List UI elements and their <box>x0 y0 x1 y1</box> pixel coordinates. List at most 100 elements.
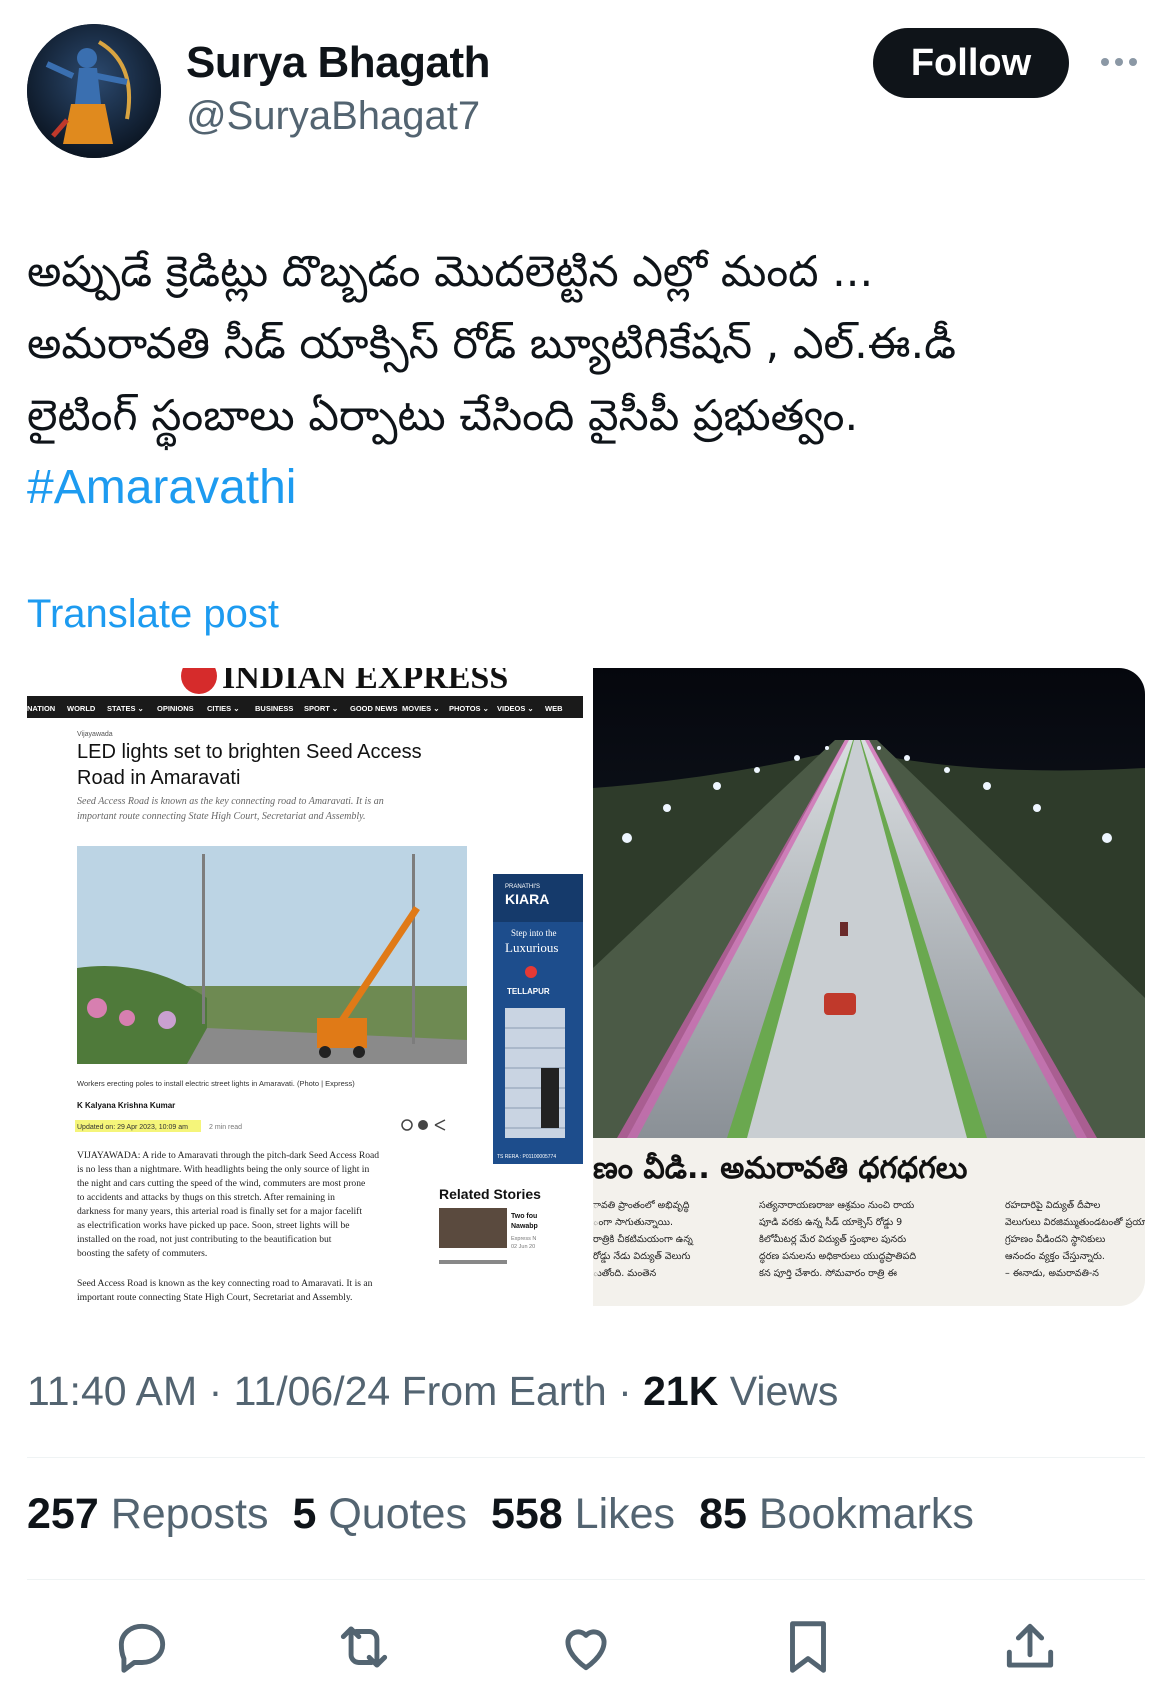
quotes-count: 5 <box>292 1490 317 1538</box>
telugu-col-line: – ఈనాడు, అమరావతి-న <box>1005 1268 1099 1279</box>
article-body-line: darkness for many years, this arterial r… <box>77 1206 362 1217</box>
post-time[interactable]: 11:40 AM <box>27 1368 197 1414</box>
telugu-col-line: సత్యనారాయణరాజు ఆశ్రమం నుంచి రాయ <box>759 1200 914 1212</box>
reply-icon[interactable] <box>106 1611 178 1683</box>
article-body-line: as electrification works have picked up … <box>77 1220 350 1231</box>
article-byline: K Kalyana Krishna Kumar <box>77 1101 175 1110</box>
views-count: 21K <box>643 1368 719 1414</box>
reposts-stat[interactable]: 257 Reposts <box>27 1490 268 1539</box>
bookmarks-stat[interactable]: 85 Bookmarks <box>699 1490 974 1539</box>
telugu-col-line: రహదారిపై విద్యుత్ దీపాల <box>1005 1199 1101 1212</box>
nav-item: NATION <box>27 704 55 713</box>
masthead-text: INDIAN EXPRESS <box>222 668 508 696</box>
telugu-col-line: కన పూర్తి చేశారు. సోమవారం రాత్రి ఈ <box>759 1268 897 1280</box>
photo-caption: Workers erecting poles to install electr… <box>77 1079 355 1088</box>
quotes-label: Quotes <box>328 1490 467 1538</box>
article-headline: Road in Amaravati <box>77 767 240 789</box>
author-handle[interactable]: @SuryaBhagat7 <box>186 94 480 139</box>
nav-item: CITIES ⌄ <box>207 704 240 713</box>
media-composite: INDIAN EXPRESS NATION WORLD STATES ⌄ OPI… <box>27 668 1145 1306</box>
article-body-line: boosting the safety of commuters. <box>77 1248 207 1259</box>
nav-item: WEB <box>545 704 563 713</box>
repost-icon[interactable] <box>328 1611 400 1683</box>
advertisement: PRANATHI'S KIARA Step into the Luxurious… <box>493 874 583 1164</box>
media-image[interactable]: INDIAN EXPRESS NATION WORLD STATES ⌄ OPI… <box>27 668 1145 1306</box>
article-body-line: VIJAYAWADA: A ride to Amaravati through … <box>77 1150 379 1161</box>
related-thumbnail <box>439 1208 507 1248</box>
ad-brand: KIARA <box>505 891 549 907</box>
article-body-line: important route connecting State High Co… <box>77 1292 352 1303</box>
article-body-line: the night and cars cutting the speed of … <box>77 1178 365 1189</box>
avatar-image <box>27 24 161 158</box>
related-source: Express N <box>511 1236 536 1242</box>
night-road-photo <box>593 668 1145 1138</box>
tweet-line: లైటింగ్ స్థంబాలు ఏర్పాటు చేసింది వైసీపీ … <box>27 391 859 441</box>
ad-rera: TS RERA : P01100005774 <box>497 1154 556 1160</box>
nav-item: PHOTOS ⌄ <box>449 704 489 713</box>
follow-button[interactable]: Follow <box>873 28 1069 98</box>
author-name[interactable]: Surya Bhagath <box>186 38 491 88</box>
post-metadata: 11:40 AM · 11/06/24 From Earth · 21K Vie… <box>27 1368 839 1414</box>
telugu-col-line: ఆనందం వ్యక్తం చేస్తున్నారు. <box>1005 1251 1105 1263</box>
ad-brand-small: PRANATHI'S <box>505 884 540 890</box>
related-date: 02 Jun 20 <box>511 1244 535 1250</box>
views-label: Views <box>729 1368 839 1414</box>
hashtag-link[interactable]: #Amaravathi <box>27 461 296 514</box>
nav-item: WORLD <box>67 704 96 713</box>
ad-tagline: Step into the <box>511 928 557 938</box>
bookmarks-label: Bookmarks <box>758 1490 974 1538</box>
article-updated: Updated on: 29 Apr 2023, 10:09 am <box>77 1124 188 1131</box>
nav-item: MOVIES ⌄ <box>402 704 440 713</box>
divider <box>27 1457 1145 1458</box>
ad-tagline: Luxurious <box>505 940 558 955</box>
telugu-col-line: పూడి వరకు ఉన్న సీడ్ యాక్సెస్ రోడ్డు 9 <box>759 1216 902 1229</box>
telugu-col-line: ుతోంది. మంతెన <box>593 1267 657 1279</box>
article-body-line: is no less than a nightmare. With headli… <box>77 1164 369 1175</box>
article-read-time: 2 min read <box>209 1124 242 1131</box>
more-icon[interactable] <box>1096 44 1142 80</box>
article-photo <box>77 846 467 1064</box>
bookmarks-count: 85 <box>699 1490 747 1538</box>
nav-item: VIDEOS ⌄ <box>497 704 534 713</box>
tweet-line: అమరావతి సీడ్ యాక్సిస్ రోడ్ బ్యూటిగికేషన్… <box>27 319 956 369</box>
likes-count: 558 <box>490 1490 563 1538</box>
translate-post-link[interactable]: Translate post <box>27 592 279 637</box>
share-icon[interactable] <box>994 1611 1066 1683</box>
telugu-banner: ణం వీడి.. అమరావతి ధగధగలు <box>593 1151 967 1186</box>
nav-item: OPINIONS <box>157 704 194 713</box>
likes-stat[interactable]: 558 Likes <box>491 1490 675 1539</box>
like-icon[interactable] <box>550 1611 622 1683</box>
telugu-col-line: కిలోమీటర్ల మేర విద్యుత్ స్తంభాల పునరు <box>759 1233 906 1246</box>
avatar[interactable] <box>27 24 161 158</box>
post-source: From Earth <box>401 1368 607 1414</box>
divider <box>27 1579 1145 1580</box>
post-date[interactable]: 11/06/24 <box>234 1368 391 1414</box>
tweet-text: అప్పుడే క్రెడిట్లు దొబ్బడం మొదలెట్టిన ఎల… <box>27 236 1152 525</box>
nav-item: BUSINESS <box>255 704 293 713</box>
related-stories-heading: Related Stories <box>439 1186 541 1202</box>
ad-location: TELLAPUR <box>507 987 550 996</box>
article-body-line: Seed Access Road is known as the key con… <box>77 1278 373 1289</box>
article-dateline: Vijayawada <box>77 731 113 738</box>
article-subhead: important route connecting State High Co… <box>77 811 366 822</box>
related-title: Two fou <box>511 1213 537 1220</box>
nav-item: SPORT ⌄ <box>304 704 338 713</box>
telugu-col-line: ావతి ప్రాంతంలో అభివృద్ధి <box>592 1199 689 1213</box>
telugu-col-line: రోడ్డు నేడు విద్యుత్ వెలుగు <box>593 1250 690 1263</box>
telugu-col-line: వెలుగులు విరజిమ్ముతుండటంతో ప్రయాణికులు <box>1005 1216 1145 1229</box>
bookmark-icon[interactable] <box>772 1611 844 1683</box>
related-title: Nawabp <box>511 1223 538 1230</box>
article-headline: LED lights set to brighten Seed Access <box>77 741 422 763</box>
tweet-line: అప్పుడే క్రెడిట్లు దొబ్బడం మొదలెట్టిన ఎల… <box>27 247 874 297</box>
telugu-col-line: ంగా సాగుతున్నాయి. <box>593 1217 673 1229</box>
nav-item: GOOD NEWS <box>350 704 398 713</box>
article-body-line: installed on the road, not just contribu… <box>77 1234 332 1245</box>
nav-item: STATES ⌄ <box>107 704 144 713</box>
reposts-count: 257 <box>27 1490 99 1538</box>
quotes-stat[interactable]: 5 Quotes <box>292 1490 467 1539</box>
telugu-col-line: గ్రహణం వీడిందని స్థానికులు <box>1005 1233 1106 1247</box>
likes-label: Likes <box>574 1490 676 1538</box>
telugu-col-line: రాత్రికి చీకటిమయంగా ఉన్న <box>593 1233 695 1246</box>
engagement-stats: 257 Reposts 5 Quotes 558 Likes 85 Bookma… <box>27 1490 974 1539</box>
article-subhead: Seed Access Road is known as the key con… <box>77 796 384 807</box>
